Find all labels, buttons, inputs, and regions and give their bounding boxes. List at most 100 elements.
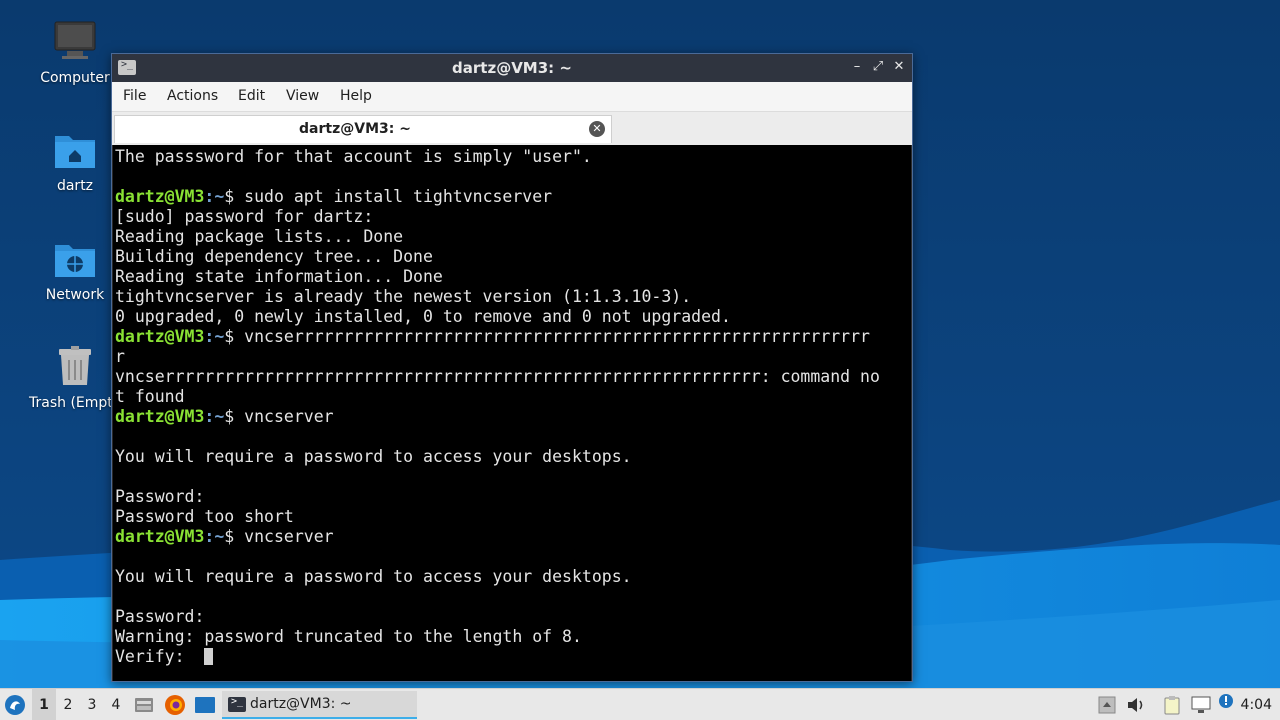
menu-help[interactable]: Help [340,88,372,104]
terminal-line: Password: [115,487,911,507]
prompt-symbol: $ [224,407,245,426]
trash-icon [59,346,91,385]
network-folder-icon [55,245,95,277]
output-text: Password too short [115,507,294,526]
terminal-window[interactable]: >_ dartz@VM3: ~ – ⤢ ✕ File Actions Edit … [111,53,913,682]
prompt-user: dartz@VM3 [115,187,205,206]
terminal-line: [sudo] password for dartz: [115,207,911,227]
file-manager-icon[interactable] [134,695,154,715]
terminal-line: Warning: password truncated to the lengt… [115,627,911,647]
output-text: You will require a password to access yo… [115,447,632,466]
output-text: Warning: password truncated to the lengt… [115,627,582,646]
window-titlebar[interactable]: >_ dartz@VM3: ~ – ⤢ ✕ [112,54,912,82]
window-title: dartz@VM3: ~ [452,59,572,77]
tab-terminal[interactable]: dartz@VM3: ~ ✕ [114,115,612,143]
terminal-line: The passsword for that account is simply… [115,147,911,167]
menu-bar: File Actions Edit View Help [112,82,912,112]
removable-media-icon[interactable] [1098,696,1116,714]
output-text: vncserrrrrrrrrrrrrrrrrrrrrrrrrrrrrrrrrrr… [115,367,880,386]
text-cursor [204,648,214,665]
tab-title: dartz@VM3: ~ [299,121,411,137]
computer-icon [54,21,96,59]
menu-edit[interactable]: Edit [238,88,265,104]
maximize-button[interactable]: ⤢ [869,58,887,76]
command-text: vncserver [244,407,334,426]
show-desktop-icon[interactable] [194,695,216,715]
menu-file[interactable]: File [123,88,146,104]
workspace-2[interactable]: 2 [56,689,80,720]
terminal-app-icon: >_ [228,696,246,712]
volume-icon[interactable] [1126,696,1146,714]
workspace-3[interactable]: 3 [80,689,104,720]
output-text: r [115,347,125,366]
output-text: Verify: [115,647,205,666]
clipboard-icon[interactable] [1162,695,1182,715]
prompt-path: :~ [204,527,225,546]
prompt-user: dartz@VM3 [115,527,205,546]
output-text: tightvncserver is already the newest ver… [115,287,692,306]
desktop-icon-label: dartz [56,178,94,194]
output-text: [sudo] password for dartz: [115,207,374,226]
prompt-user: dartz@VM3 [115,407,205,426]
terminal-line: Password too short [115,507,911,527]
desktop-icon-label: Computer [40,70,110,86]
output-text: t found [115,387,185,406]
minimize-button[interactable]: – [848,58,866,76]
prompt-symbol: $ [224,187,245,206]
menu-view[interactable]: View [286,88,319,104]
output-text: Reading package lists... Done [115,227,404,246]
tab-close-icon[interactable]: ✕ [589,121,605,137]
terminal-line: Reading state information... Done [115,267,911,287]
taskbar-window-label: dartz@VM3: ~ [250,696,352,712]
prompt-path: :~ [204,187,225,206]
network-icon[interactable] [1190,695,1212,715]
workspace-4[interactable]: 4 [104,689,128,720]
terminal-line: dartz@VM3:~$ vncserver [115,407,911,427]
workspace-1[interactable]: 1 [32,689,56,720]
output-text: Password: [115,607,205,626]
terminal-line: You will require a password to access yo… [115,447,911,467]
home-folder-icon [55,136,95,168]
desktop-icon-network[interactable]: Network [25,237,125,303]
output-text: Reading state information... Done [115,267,443,286]
desktop-icon-computer[interactable]: Computer [25,20,125,86]
terminal-line: dartz@VM3:~$ vncserrrrrrrrrrrrrrrrrrrrrr… [115,327,911,347]
terminal-output[interactable]: The passsword for that account is simply… [113,145,911,681]
tab-bar: dartz@VM3: ~ ✕ [112,112,912,145]
lxqt-start-icon[interactable] [4,694,26,716]
prompt-symbol: $ [224,327,245,346]
prompt-path: :~ [204,327,225,346]
terminal-line: vncserrrrrrrrrrrrrrrrrrrrrrrrrrrrrrrrrrr… [115,367,911,387]
clock[interactable]: 4:04 [1241,689,1272,720]
prompt-symbol: $ [224,527,245,546]
desktop-icon-trash[interactable]: Trash (Empt [25,345,125,411]
output-text: The passsword for that account is simply… [115,147,592,166]
menu-actions[interactable]: Actions [167,88,218,104]
taskbar-window-button[interactable]: >_ dartz@VM3: ~ [222,691,417,719]
terminal-line: dartz@VM3:~$ vncserver [115,527,911,547]
prompt-path: :~ [204,407,225,426]
output-text: Building dependency tree... Done [115,247,433,266]
command-text: vncserrrrrrrrrrrrrrrrrrrrrrrrrrrrrrrrrrr… [244,327,870,346]
prompt-user: dartz@VM3 [115,327,205,346]
output-text: 0 upgraded, 0 newly installed, 0 to remo… [115,307,731,326]
terminal-line: dartz@VM3:~$ sudo apt install tightvncse… [115,187,911,207]
update-notifier-icon[interactable] [1218,693,1234,709]
terminal-line: tightvncserver is already the newest ver… [115,287,911,307]
terminal-line: Building dependency tree... Done [115,247,911,267]
command-text: sudo apt install tightvncserver [244,187,553,206]
close-button[interactable]: ✕ [890,58,908,76]
terminal-line: 0 upgraded, 0 newly installed, 0 to remo… [115,307,911,327]
output-text: You will require a password to access yo… [115,567,632,586]
desktop-icon-home[interactable]: dartz [25,128,125,194]
output-text: Password: [115,487,205,506]
terminal-line: You will require a password to access yo… [115,567,911,587]
terminal-line: r [115,347,911,367]
desktop-icon-label: Network [45,287,105,303]
firefox-icon[interactable] [164,694,186,716]
